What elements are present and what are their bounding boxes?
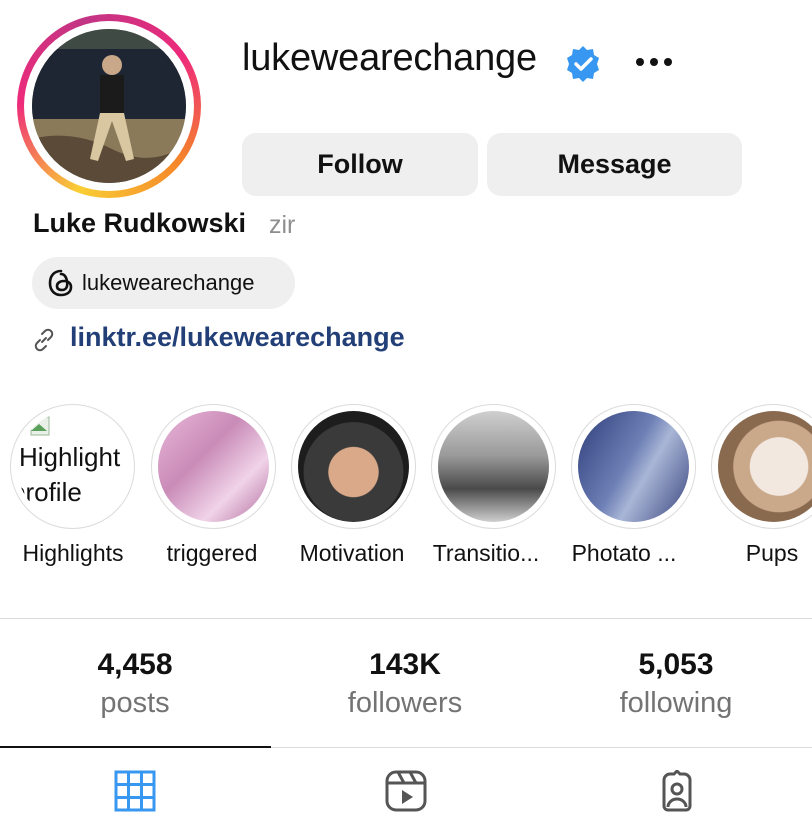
tagged-icon[interactable] [656, 768, 698, 812]
highlight-cover [438, 411, 549, 522]
highlight-label: Photato ... [571, 540, 677, 566]
profile-pronouns: zir [269, 211, 296, 239]
active-tab-indicator [0, 746, 271, 748]
highlight-label: Transitio... [432, 540, 540, 566]
posts-label: posts [100, 687, 170, 719]
highlight-transition[interactable] [431, 404, 556, 529]
highlight-highlights[interactable]: Highlight profile [10, 404, 135, 529]
highlight-label: Motivation [299, 540, 405, 566]
profile-username: lukewearechange [242, 37, 537, 79]
followers-label[interactable]: followers [295, 687, 515, 720]
following-label[interactable]: following [566, 687, 786, 720]
highlight-cover [578, 411, 689, 522]
profile-link[interactable]: linktr.ee/lukewearechange [70, 322, 405, 353]
highlight-cover [718, 411, 812, 522]
reels-icon[interactable] [385, 770, 427, 812]
broken-alt-text-1: Highlight [19, 442, 121, 472]
broken-alt-text-2: profile [17, 477, 82, 507]
more-options-icon[interactable] [628, 44, 680, 80]
threads-icon [46, 268, 76, 298]
section-divider [0, 618, 812, 619]
highlight-label: Highlights [22, 540, 124, 566]
following-count[interactable]: 5,053 [566, 648, 786, 682]
link-icon [31, 327, 57, 353]
profile-full-name: Luke Rudkowski [33, 208, 247, 238]
threads-badge[interactable]: lukewearechange [32, 257, 295, 309]
threads-handle: lukewearechange [82, 270, 255, 295]
highlight-motivation[interactable] [291, 404, 416, 529]
highlight-cover [158, 411, 269, 522]
grid-icon[interactable] [114, 770, 156, 812]
highlight-label: Pups [745, 540, 799, 566]
posts-count: 4,458 [97, 648, 173, 681]
highlight-label: triggered [166, 540, 258, 566]
avatar-photo [32, 29, 186, 183]
verified-badge-icon [563, 44, 603, 84]
profile-avatar[interactable] [17, 14, 201, 198]
followers-count[interactable]: 143K [295, 648, 515, 682]
highlight-triggered[interactable] [151, 404, 276, 529]
highlight-cover [298, 411, 409, 522]
highlight-photato[interactable] [571, 404, 696, 529]
broken-image-placeholder: Highlight profile [17, 411, 128, 522]
highlight-pups[interactable] [711, 404, 812, 529]
follow-button[interactable]: Follow [242, 133, 478, 196]
message-button[interactable]: Message [487, 133, 742, 196]
